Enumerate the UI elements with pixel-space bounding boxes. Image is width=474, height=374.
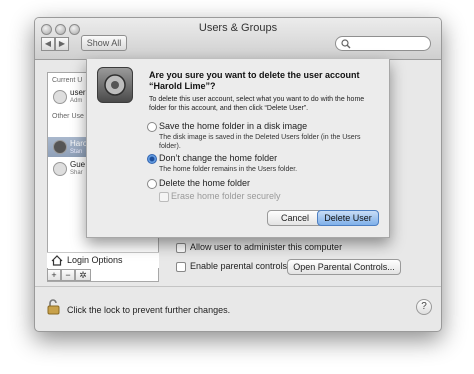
lock-open-icon[interactable] [47,299,61,315]
allow-admin-checkbox[interactable] [176,243,186,253]
search-icon [341,39,351,49]
avatar [53,140,67,154]
dont-change-home-folder-label[interactable]: Don’t change the home folder [159,153,277,163]
other-users-heading: Other Use [52,113,84,120]
help-button[interactable]: ? [416,299,432,315]
preferences-icon [97,67,133,103]
search-field[interactable] [335,36,431,51]
back-button[interactable]: ◀ [41,37,55,51]
user-name-guest[interactable]: Gue [70,160,85,169]
parental-controls-checkbox[interactable] [176,262,186,272]
dont-change-home-folder-desc: The home folder remains in the Users fol… [159,166,298,173]
house-icon [51,255,63,266]
erase-securely-checkbox[interactable] [159,192,169,202]
current-user-role: Adm [70,98,83,104]
show-all-button[interactable]: Show All [81,35,127,51]
cancel-button[interactable]: Cancel [267,210,323,226]
parental-controls-label: Enable parental controls [190,261,288,271]
avatar [53,162,67,176]
save-home-folder-label[interactable]: Save the home folder in a disk image [159,121,307,131]
delete-user-button[interactable]: Delete User [317,210,379,226]
open-parental-controls-button[interactable]: Open Parental Controls... [287,259,401,275]
user-role-guest: Shar [70,170,83,176]
add-user-button[interactable]: + [47,269,61,281]
sheet-message: To delete this user account, select what… [149,96,365,112]
delete-user-sheet: Are you sure you want to delete the user… [86,59,390,238]
save-home-folder-radio[interactable] [147,122,157,132]
window-title: Users & Groups [198,22,278,34]
avatar [53,90,67,104]
login-options-row[interactable]: Login Options [47,252,159,268]
dont-change-home-folder-radio[interactable] [147,154,157,164]
divider [35,286,441,287]
gear-icon[interactable]: ✲ [75,269,91,281]
allow-admin-label: Allow user to administer this computer [190,242,343,252]
save-home-folder-desc: The disk image is saved in the Deleted U… [159,134,361,150]
remove-user-button[interactable]: − [61,269,75,281]
erase-securely-label: Erase home folder securely [171,191,281,201]
titlebar: Users & Groups ◀ ▶ Show All [35,18,441,60]
sheet-title: Are you sure you want to delete the user… [149,70,360,91]
delete-home-folder-radio[interactable] [147,179,157,189]
current-user-name[interactable]: user [70,88,86,97]
current-user-heading: Current U [52,77,83,84]
login-options-label: Login Options [67,255,123,265]
forward-button[interactable]: ▶ [55,37,69,51]
delete-home-folder-label[interactable]: Delete the home folder [159,178,250,188]
lock-text: Click the lock to prevent further change… [67,305,231,315]
user-role-harold: Stan [70,149,83,155]
